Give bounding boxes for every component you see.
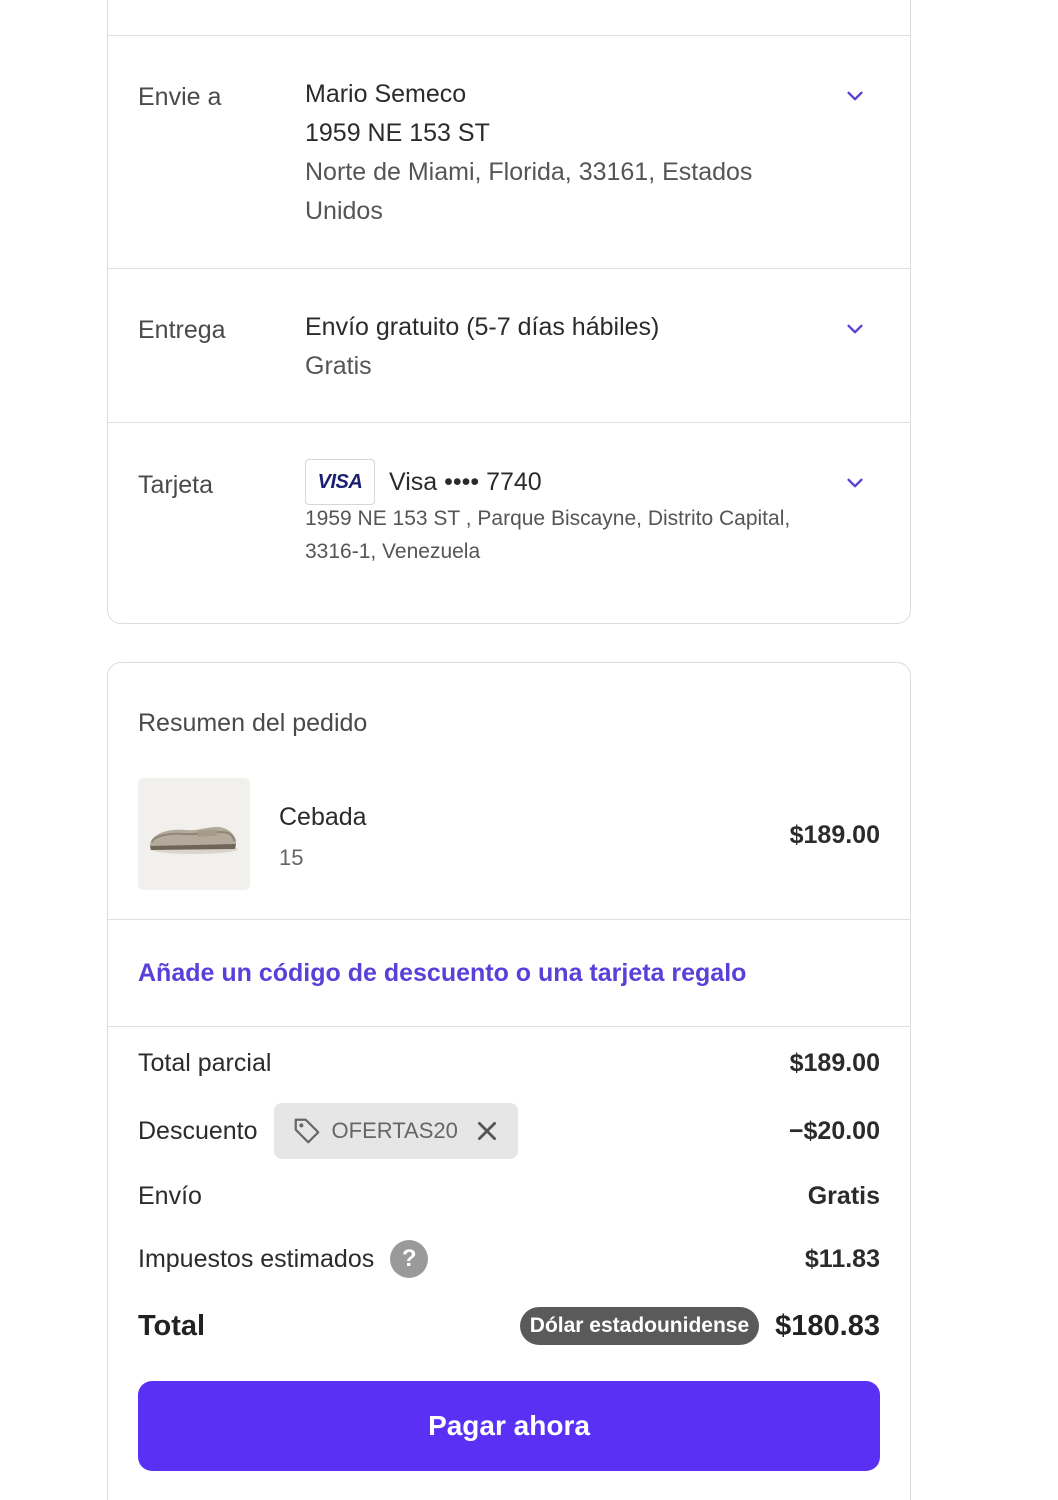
pay-now-button[interactable]: Pagar ahora — [138, 1381, 880, 1471]
add-discount-link[interactable]: Añade un código de descuento o una tarje… — [138, 959, 746, 988]
billing-address: 1959 NE 153 ST , Parque Biscayne, Distri… — [305, 502, 825, 568]
taxes-value: $11.83 — [804, 1244, 880, 1273]
card-summary: VISA Visa •••• 7740 — [305, 459, 542, 505]
delivery-method: Envío gratuito (5-7 días hábiles) Gratis — [305, 308, 659, 386]
shipping-cost-row: Envío Gratis — [138, 1182, 880, 1211]
discount-label: Descuento — [138, 1116, 258, 1145]
shipping-cost-label: Envío — [138, 1182, 202, 1210]
shipping-address-line1: 1959 NE 153 ST — [305, 119, 490, 147]
delivery-price: Gratis — [305, 352, 372, 380]
total-value: $180.83 — [775, 1309, 880, 1342]
total-amount-group: Dólar estadounidense $180.83 — [519, 1307, 880, 1345]
divider — [108, 1026, 910, 1027]
delivery-method-name: Envío gratuito (5-7 días hábiles) — [305, 313, 660, 341]
order-summary-title: Resumen del pedido — [138, 709, 368, 737]
loafer-shoe-image — [138, 778, 250, 890]
visa-logo-icon: VISA — [305, 459, 375, 505]
shipping-cost-value: Gratis — [807, 1182, 880, 1210]
total-label: Total — [138, 1309, 206, 1342]
product-price: $189.00 — [789, 821, 880, 849]
card-description: Visa •••• 7740 — [389, 467, 542, 496]
chevron-down-icon[interactable] — [844, 85, 866, 107]
chevron-down-icon[interactable] — [844, 472, 866, 494]
shipping-name: Mario Semeco — [305, 80, 467, 108]
close-icon[interactable] — [474, 1118, 500, 1144]
divider — [108, 268, 910, 269]
total-row: Total Dólar estadounidense $180.83 — [138, 1307, 880, 1345]
checkout-details-card: Envie a Mario Semeco 1959 NE 153 ST Nort… — [107, 0, 911, 624]
product-name: Cebada — [279, 803, 367, 831]
billing-address-line1: 1959 NE 153 ST , Parque Biscayne, Distri… — [305, 507, 791, 530]
divider — [108, 919, 910, 920]
discount-value: −$20.00 — [788, 1116, 880, 1145]
discount-code: OFERTAS20 — [331, 1118, 458, 1143]
divider — [108, 35, 910, 36]
chevron-down-icon[interactable] — [844, 318, 866, 340]
shipping-address-line3: Unidos — [305, 197, 383, 225]
billing-address-line2: 3316-1, Venezuela — [305, 540, 481, 563]
product-variant: 15 — [279, 845, 304, 870]
shipping-label: Envie a — [138, 83, 222, 111]
shipping-address: Mario Semeco 1959 NE 153 ST Norte de Mia… — [305, 75, 752, 231]
card-label: Tarjeta — [138, 471, 214, 499]
help-icon[interactable]: ? — [390, 1240, 429, 1278]
discount-label-group: Descuento OFERTAS20 — [138, 1103, 518, 1159]
discount-row: Descuento OFERTAS20 −$20.00 — [138, 1103, 880, 1159]
discount-code-chip: OFERTAS20 — [273, 1103, 518, 1159]
subtotal-row: Total parcial $189.00 — [138, 1049, 880, 1078]
shipping-address-line2: Norte de Miami, Florida, 33161, Estados — [305, 158, 753, 186]
subtotal-label: Total parcial — [138, 1049, 272, 1077]
order-summary-card: Resumen del pedido Cebada 15 $189.00 Aña… — [107, 662, 911, 1500]
delivery-label: Entrega — [138, 316, 226, 344]
taxes-label: Impuestos estimados — [138, 1244, 375, 1273]
tag-icon — [292, 1116, 322, 1146]
subtotal-value: $189.00 — [789, 1049, 880, 1077]
taxes-row: Impuestos estimados ? $11.83 — [138, 1240, 880, 1278]
currency-badge: Dólar estadounidense — [519, 1307, 760, 1345]
taxes-label-group: Impuestos estimados ? — [138, 1240, 429, 1278]
divider — [108, 422, 910, 423]
